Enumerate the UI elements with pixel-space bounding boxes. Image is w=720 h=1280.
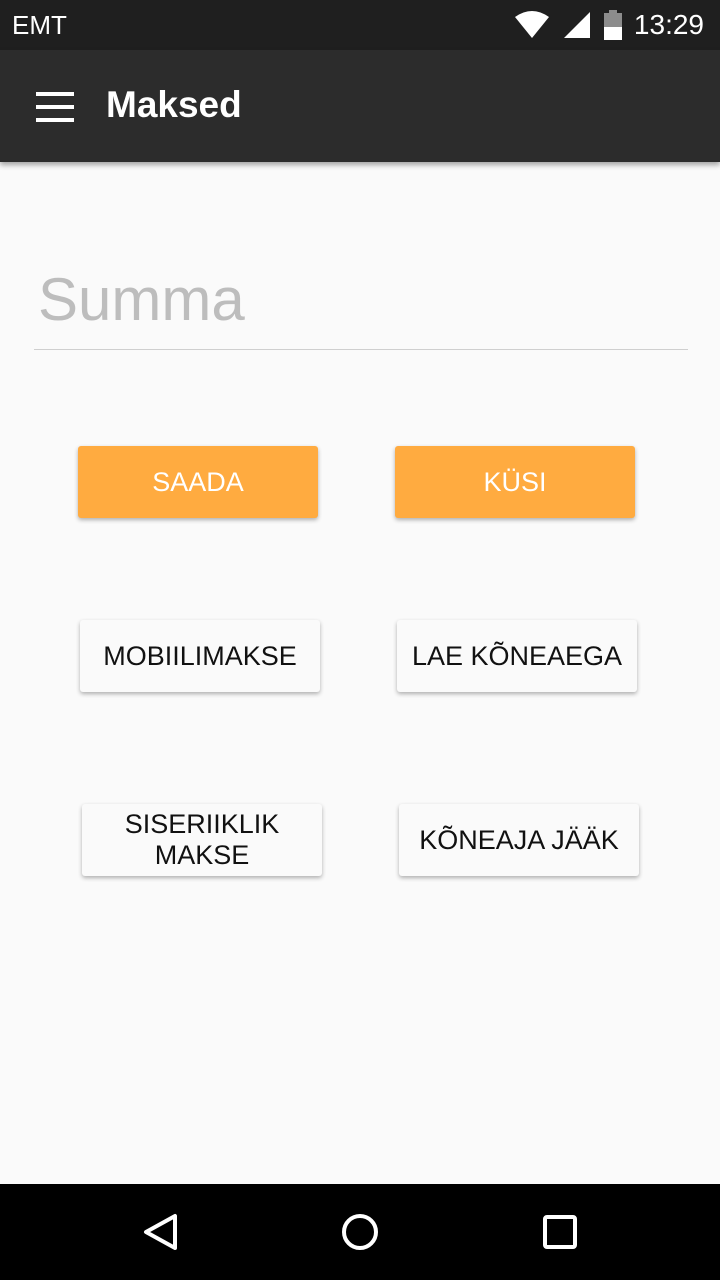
cellular-signal-icon [563,12,590,38]
airtime-balance-button[interactable]: KÕNEAJA JÄÄK [399,804,639,876]
page-title: Maksed [106,84,242,125]
carrier-name: EMT [12,10,67,40]
domestic-payment-button[interactable]: SISERIIKLIK MAKSE [82,804,322,876]
wifi-icon [514,11,549,38]
hamburger-menu-icon[interactable] [36,92,74,122]
amount-input[interactable] [34,250,688,350]
clock: 13:29 [633,9,704,40]
home-icon[interactable] [330,1202,390,1262]
recents-icon[interactable] [530,1202,590,1262]
request-button[interactable]: KÜSI [395,446,635,518]
battery-icon [603,10,622,40]
status-bar: EMT 13:29 [0,0,720,50]
navigation-bar [0,1184,720,1280]
back-icon[interactable] [130,1202,190,1262]
status-icons: 13:29 [514,8,704,42]
top-up-airtime-button[interactable]: LAE KÕNEAEGA [397,620,637,692]
app-bar: Maksed [0,50,720,162]
mobile-payment-button[interactable]: MOBIILIMAKSE [80,620,320,692]
send-button[interactable]: SAADA [78,446,318,518]
